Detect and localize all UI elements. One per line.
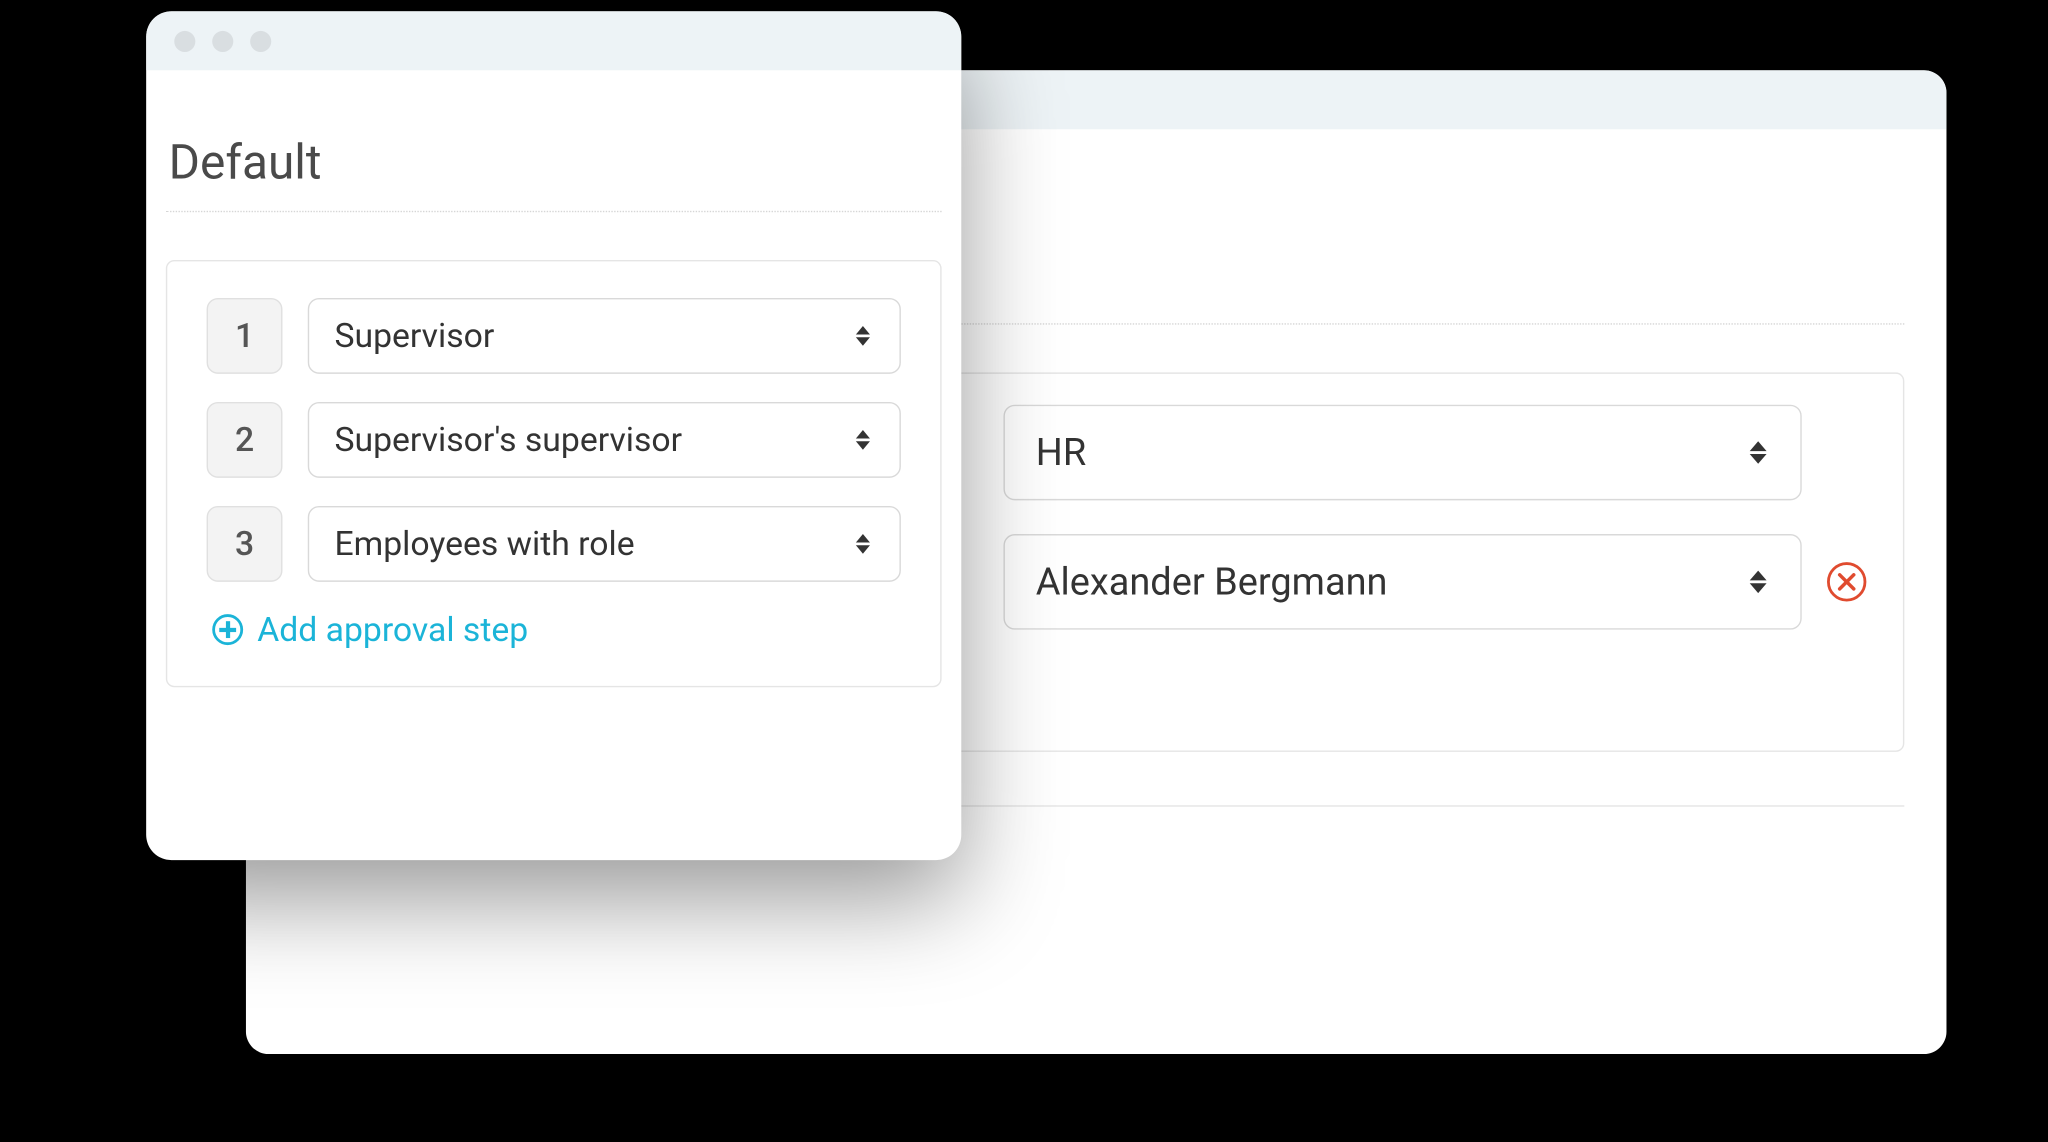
step-approver-value: Supervisor — [334, 316, 494, 355]
window-control-minimize[interactable] — [212, 30, 233, 51]
add-approval-step-link[interactable]: Add approval step — [212, 610, 901, 649]
employee-select[interactable]: Alexander Bergmann — [1003, 534, 1801, 630]
updown-icon — [1747, 436, 1769, 470]
front-window-content: Default 1 Supervisor 2 Supervisor's supe… — [146, 70, 961, 687]
step-approver-select[interactable]: Supervisor's supervisor — [308, 402, 901, 478]
updown-icon — [852, 319, 874, 353]
updown-icon — [852, 527, 874, 561]
close-icon — [1837, 572, 1857, 592]
step-number-badge: 3 — [207, 506, 283, 582]
foreground-window: Default 1 Supervisor 2 Supervisor's supe… — [146, 11, 961, 860]
step-approver-select[interactable]: Supervisor — [308, 298, 901, 374]
window-control-close[interactable] — [174, 30, 195, 51]
role-select-value: HR — [1036, 430, 1086, 475]
step-approver-select[interactable]: Employees with role — [308, 506, 901, 582]
add-step-label: Add approval step — [257, 610, 528, 649]
window-control-zoom[interactable] — [250, 30, 271, 51]
step-number-badge: 2 — [207, 402, 283, 478]
step-approver-value: Employees with role — [334, 524, 634, 563]
approval-step-row: 2 Supervisor's supervisor — [207, 402, 901, 478]
approval-step-row: 3 Employees with role — [207, 506, 901, 582]
plus-circle-icon — [212, 614, 243, 645]
updown-icon — [1747, 565, 1769, 599]
delete-step-button[interactable] — [1827, 562, 1866, 601]
page-title: Default — [169, 135, 942, 191]
approval-steps-box: 1 Supervisor 2 Supervisor's supervisor 3 — [166, 260, 942, 687]
front-divider — [166, 211, 942, 212]
approval-step-row: 1 Supervisor — [207, 298, 901, 374]
role-select-row: HR — [1003, 405, 1863, 501]
updown-icon — [852, 423, 874, 457]
employee-select-row: Alexander Bergmann — [1003, 534, 1863, 630]
step-number-badge: 1 — [207, 298, 283, 374]
step-approver-value: Supervisor's supervisor — [334, 420, 682, 459]
front-window-titlebar — [146, 11, 961, 70]
employee-select-value: Alexander Bergmann — [1036, 559, 1388, 604]
role-select[interactable]: HR — [1003, 405, 1801, 501]
